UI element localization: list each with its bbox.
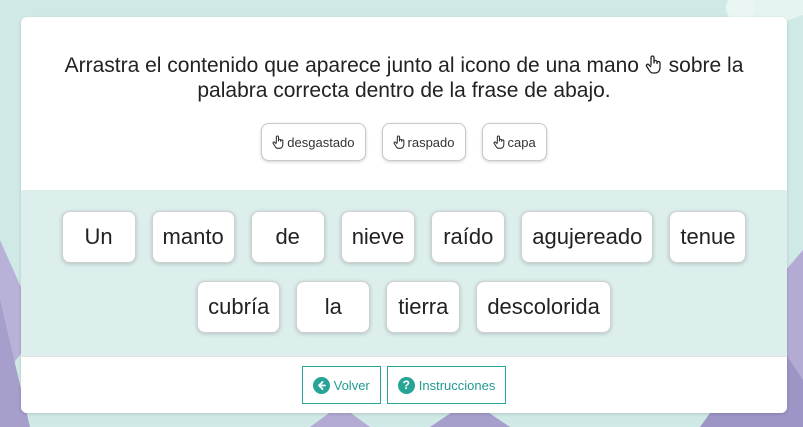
- exercise-card: Arrastra el contenido que aparece junto …: [21, 17, 787, 413]
- word-drop-target[interactable]: tenue: [669, 211, 747, 263]
- draggable-option-label: raspado: [407, 134, 455, 150]
- instructions-button[interactable]: ? Instrucciones: [386, 366, 507, 404]
- pointing-hand-icon: [393, 134, 404, 149]
- instructions-line1-end: sobre la: [668, 54, 744, 77]
- draggable-option-raspado[interactable]: raspado: [381, 123, 466, 161]
- instructions-text: Arrastra el contenido que aparece junto …: [21, 53, 787, 103]
- word-drop-target[interactable]: la: [296, 281, 371, 333]
- word-drop-target[interactable]: manto: [151, 211, 235, 263]
- draggable-option-label: desgastado: [287, 134, 355, 150]
- word-drop-target[interactable]: tierra: [386, 281, 461, 333]
- sentence-area: Un manto de nieve raído agujereado tenue…: [21, 190, 787, 356]
- pointing-hand-icon: [645, 55, 661, 74]
- pointing-hand-icon: [272, 134, 284, 149]
- word-drop-target[interactable]: cubría: [197, 281, 281, 333]
- draggable-options: desgastado raspado capa: [21, 123, 787, 161]
- instructions-line2: palabra correcta dentro de la frase de a…: [197, 79, 611, 102]
- word-drop-target[interactable]: agujereado: [521, 211, 654, 263]
- footer-bar: Volver ? Instrucciones: [21, 356, 787, 413]
- question-circle-icon: ?: [397, 376, 415, 394]
- word-drop-target[interactable]: descolorida: [476, 281, 611, 333]
- arrow-left-circle-icon: [312, 376, 330, 394]
- instructions-line1: Arrastra el contenido que aparece junto …: [64, 54, 639, 77]
- sentence-row-1: Un manto de nieve raído agujereado tenue: [21, 211, 787, 263]
- draggable-option-desgastado[interactable]: desgastado: [261, 123, 366, 161]
- word-drop-target[interactable]: de: [250, 211, 325, 263]
- sentence-row-2: cubría la tierra descolorida: [21, 281, 787, 333]
- draggable-option-label: capa: [507, 134, 536, 150]
- instructions-button-label: Instrucciones: [418, 377, 496, 393]
- word-drop-target[interactable]: raído: [431, 211, 506, 263]
- word-drop-target[interactable]: nieve: [340, 211, 416, 263]
- back-button[interactable]: Volver: [301, 366, 381, 404]
- pointing-hand-icon: [493, 134, 504, 149]
- word-drop-target[interactable]: Un: [61, 211, 136, 263]
- back-button-label: Volver: [333, 377, 370, 393]
- draggable-option-capa[interactable]: capa: [481, 123, 547, 161]
